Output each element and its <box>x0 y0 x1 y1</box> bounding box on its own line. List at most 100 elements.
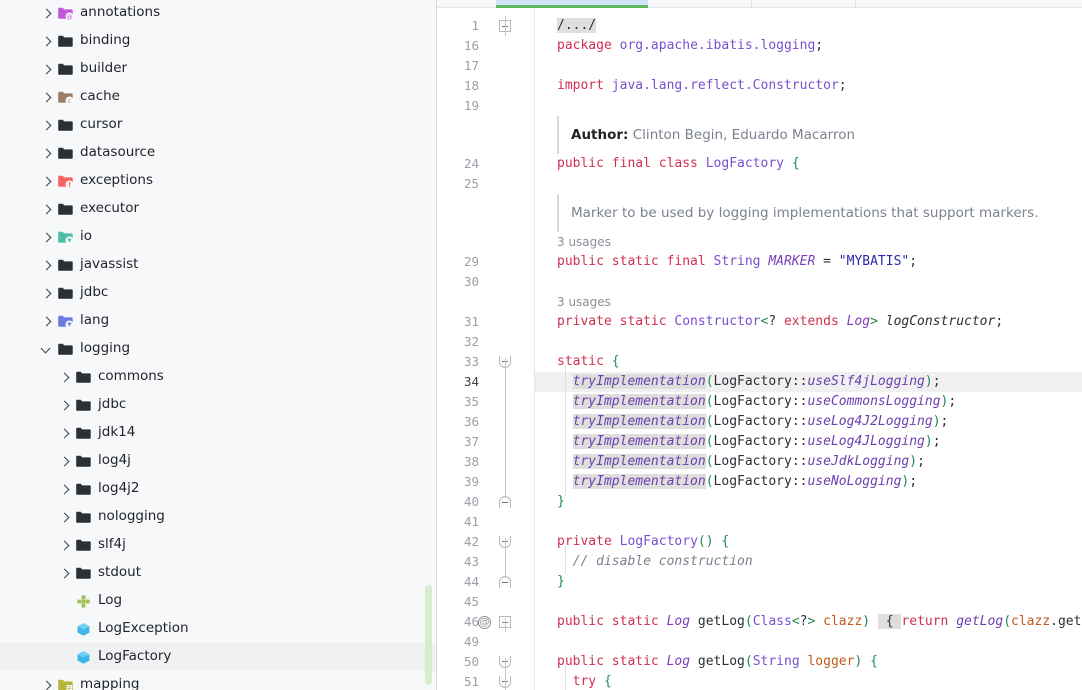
occurrence-highlight[interactable]: tryImplementation <box>572 414 706 429</box>
tree-item-mapping[interactable]: mapping <box>0 671 436 690</box>
tree-item-log4j[interactable]: log4j <box>0 447 436 475</box>
chevron-right-icon[interactable] <box>40 7 53 20</box>
folder-annotations-icon: @ <box>57 5 74 22</box>
occurrence-highlight[interactable]: tryImplementation <box>572 394 706 409</box>
code-line-16[interactable]: package org.apache.ibatis.logging; <box>535 36 1082 56</box>
code-line-46[interactable]: public static Log getLog(Class<?> clazz)… <box>535 612 1082 632</box>
tree-item-slf4j[interactable]: slf4j <box>0 531 436 559</box>
code-line-29[interactable]: public static final String MARKER = "MYB… <box>535 252 1082 272</box>
javadoc-author-block[interactable]: Author: Clinton Begin, Eduardo Macarron <box>535 116 1082 154</box>
tree-item-cursor[interactable]: cursor <box>0 111 436 139</box>
code-editor[interactable]: 1 16 17 18 19 24 25 29 30 31 32 33 34 35 36 37 38 39 40 41 4… <box>437 0 1082 690</box>
tree-item-nologging[interactable]: nologging <box>0 503 436 531</box>
chevron-right-icon[interactable] <box>40 231 53 244</box>
occurrence-highlight[interactable]: tryImplementation <box>572 474 706 489</box>
code-line-18[interactable]: import java.lang.reflect.Constructor; <box>535 76 1082 96</box>
code-line-1[interactable]: /.../ <box>535 16 1082 36</box>
chevron-right-icon[interactable] <box>58 483 71 496</box>
code-line-34[interactable]: tryImplementation(LogFactory::useSlf4jLo… <box>535 372 1082 392</box>
tree-item-lang[interactable]: lang <box>0 307 436 335</box>
tree-item-logging[interactable]: logging <box>0 335 436 363</box>
chevron-right-icon[interactable] <box>58 539 71 552</box>
code-line-35[interactable]: tryImplementation(LogFactory::useCommons… <box>535 392 1082 412</box>
code-line-24[interactable]: public final class LogFactory { <box>535 154 1082 174</box>
tree-item-annotations[interactable]: @ annotations <box>0 0 436 27</box>
editor-code-area[interactable]: /.../ package org.apache.ibatis.logging; i… <box>535 8 1082 690</box>
folder-icon <box>57 117 74 134</box>
line-number: 38 <box>463 454 479 469</box>
chevron-right-icon[interactable] <box>40 35 53 48</box>
chevron-right-icon[interactable] <box>40 287 53 300</box>
chevron-right-icon[interactable] <box>58 567 71 580</box>
tree-item-label: cache <box>80 87 120 104</box>
chevron-right-icon[interactable] <box>58 399 71 412</box>
tree-item-javassist[interactable]: javassist <box>0 251 436 279</box>
tree-item-commons[interactable]: commons <box>0 363 436 391</box>
tree-item-log4j2[interactable]: log4j2 <box>0 475 436 503</box>
inlay-hint-usages-logconstructor[interactable]: 3 usages <box>557 292 611 312</box>
annotation-gutter-icon[interactable]: @ <box>478 616 491 629</box>
tree-item-logexception[interactable]: LogException <box>0 615 436 643</box>
line-number: 42 <box>463 534 479 549</box>
occurrence-highlight[interactable]: tryImplementation <box>572 374 706 389</box>
code-line-43[interactable]: // disable construction <box>535 552 1082 572</box>
tree-item-executor[interactable]: executor <box>0 195 436 223</box>
chevron-right-icon[interactable] <box>58 371 71 384</box>
code-line-38[interactable]: tryImplementation(LogFactory::useJdkLogg… <box>535 452 1082 472</box>
editor-tab-strip[interactable] <box>437 0 1082 8</box>
chevron-right-icon[interactable] <box>40 315 53 328</box>
chevron-right-icon[interactable] <box>40 203 53 216</box>
code-line-39[interactable]: tryImplementation(LogFactory::useNoLoggi… <box>535 472 1082 492</box>
code-line-44[interactable]: } <box>535 572 1082 592</box>
tree-item-log[interactable]: Log <box>0 587 436 615</box>
fold-connector-line <box>504 618 506 632</box>
editor-gutter[interactable]: 1 16 17 18 19 24 25 29 30 31 32 33 34 35 36 37 38 39 40 41 4… <box>437 8 534 690</box>
chevron-right-icon[interactable] <box>58 511 71 524</box>
fold-placeholder-brace-open[interactable]: { <box>877 614 902 629</box>
code-line-42[interactable]: private LogFactory() { <box>535 532 1082 552</box>
chevron-right-icon[interactable] <box>40 63 53 76</box>
tree-item-binding[interactable]: binding <box>0 27 436 55</box>
line-number: 50 <box>463 654 479 669</box>
code-line-37[interactable]: tryImplementation(LogFactory::useLog4JLo… <box>535 432 1082 452</box>
code-line-36[interactable]: tryImplementation(LogFactory::useLog4J2L… <box>535 412 1082 432</box>
code-line-51[interactable]: try { <box>535 672 1082 690</box>
project-tree-sidebar[interactable]: @ annotations binding builder c cache cursor da… <box>0 0 437 690</box>
chevron-right-icon[interactable] <box>40 91 53 104</box>
tree-item-jdk14[interactable]: jdk14 <box>0 419 436 447</box>
tree-item-jdbc[interactable]: jdbc <box>0 391 436 419</box>
chevron-right-icon[interactable] <box>40 119 53 132</box>
folder-icon <box>57 257 74 274</box>
code-line-50[interactable]: public static Log getLog(String logger) … <box>535 652 1082 672</box>
tree-item-stdout[interactable]: stdout <box>0 559 436 587</box>
chevron-right-icon[interactable] <box>58 427 71 440</box>
sidebar-scrollbar[interactable] <box>425 585 432 685</box>
occurrence-highlight[interactable]: tryImplementation <box>572 454 706 469</box>
chevron-right-icon[interactable] <box>40 147 53 160</box>
tree-item-logfactory[interactable]: LogFactory <box>0 643 436 671</box>
tree-item-label: commons <box>98 367 164 384</box>
folder-icon <box>57 145 74 162</box>
occurrence-highlight[interactable]: tryImplementation <box>572 434 706 449</box>
code-line-33[interactable]: static { <box>535 352 1082 372</box>
editor-tab-active[interactable] <box>496 0 648 8</box>
chevron-down-icon[interactable] <box>40 343 53 356</box>
tree-item-builder[interactable]: builder <box>0 55 436 83</box>
chevron-right-icon[interactable] <box>40 259 53 272</box>
javadoc-marker-block[interactable]: Marker to be used by logging implementat… <box>535 194 1082 232</box>
chevron-right-icon[interactable] <box>40 175 53 188</box>
javadoc-bar <box>557 194 559 232</box>
chevron-right-icon[interactable] <box>58 455 71 468</box>
inlay-hint-usages-marker[interactable]: 3 usages <box>557 232 611 252</box>
tree-item-cache[interactable]: c cache <box>0 83 436 111</box>
line-number: 19 <box>463 98 479 113</box>
folder-icon <box>57 341 74 358</box>
tree-item-jdbc[interactable]: jdbc <box>0 279 436 307</box>
code-line-31[interactable]: private static Constructor<? extends Log… <box>535 312 1082 332</box>
code-line-40[interactable]: } <box>535 492 1082 512</box>
fold-placeholder[interactable]: /.../ <box>557 18 597 33</box>
tree-item-datasource[interactable]: datasource <box>0 139 436 167</box>
chevron-right-icon[interactable] <box>40 679 53 690</box>
tree-item-exceptions[interactable]: exceptions <box>0 167 436 195</box>
tree-item-io[interactable]: io <box>0 223 436 251</box>
